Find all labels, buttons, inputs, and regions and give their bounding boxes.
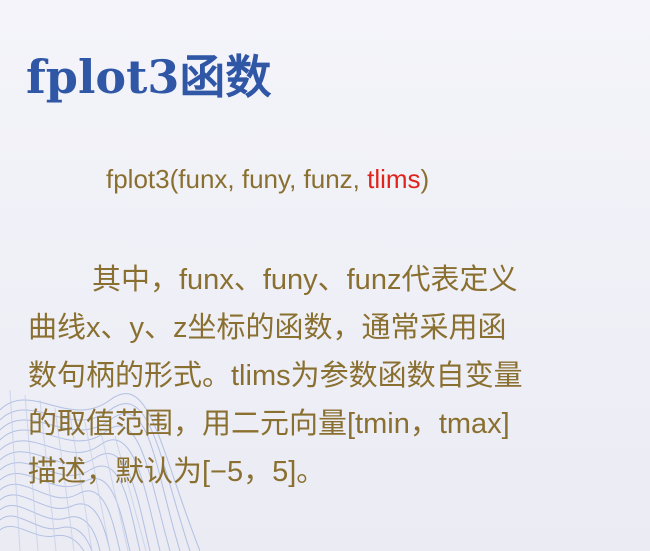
slide-title: fplot3函数 (26, 50, 272, 104)
slide: fplot3函数 fplot3(funx, funy, funz, tlims)… (0, 0, 650, 551)
syntax-highlight: tlims (367, 164, 421, 194)
syntax-suffix: ) (420, 164, 430, 194)
syntax-prefix: fplot3(funx, funy, funz, (106, 164, 368, 194)
function-syntax: fplot3(funx, funy, funz, tlims) (106, 164, 429, 195)
description-paragraph: 其中，funx、funy、funz代表定义曲线x、y、z坐标的函数，通常采用函数… (28, 264, 523, 488)
